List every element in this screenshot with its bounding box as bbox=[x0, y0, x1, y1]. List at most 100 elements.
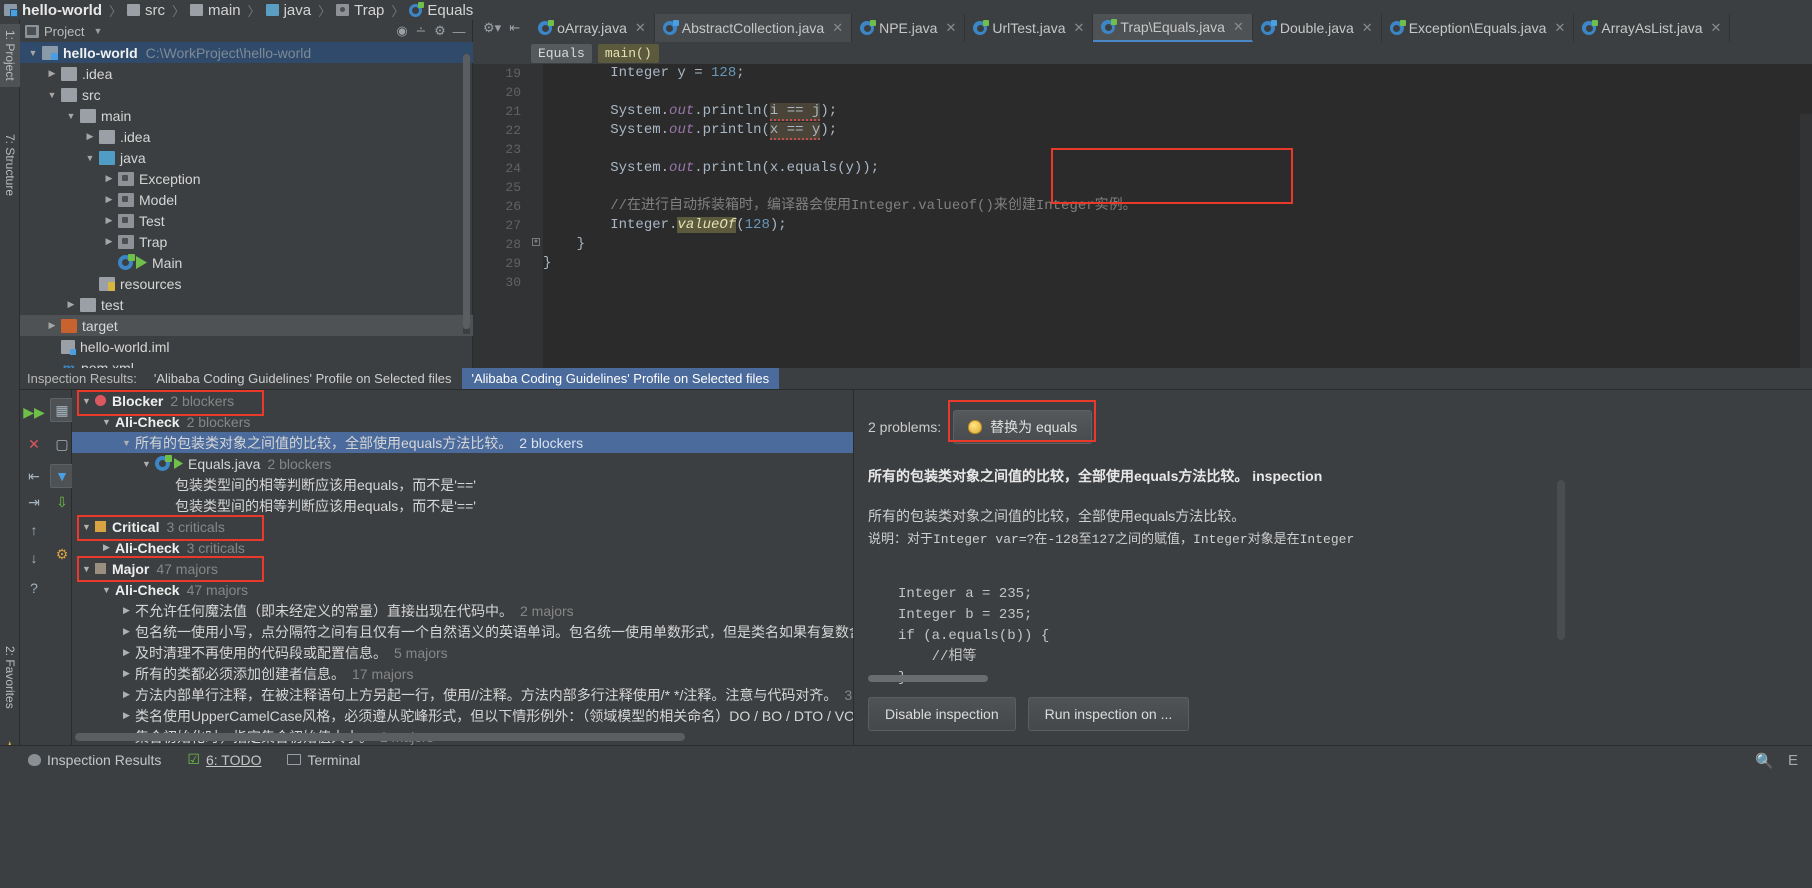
tree-expand-arrow-icon[interactable]: ▶ bbox=[118, 689, 135, 700]
close-icon[interactable]: ✕ bbox=[1554, 20, 1565, 36]
editor-error-stripe[interactable] bbox=[1800, 114, 1812, 368]
description-hscrollbar[interactable] bbox=[868, 675, 988, 682]
tree-collapse-arrow-icon[interactable]: ▼ bbox=[98, 417, 115, 427]
close-icon[interactable]: ✕ bbox=[1233, 19, 1244, 35]
previous-problem-icon[interactable]: ↑ bbox=[22, 518, 46, 542]
editor-tab[interactable]: Exception\Equals.java✕ bbox=[1382, 14, 1575, 42]
rail-tab-structure[interactable]: 7: Structure bbox=[0, 128, 20, 202]
rail-tab-favorites[interactable]: 2: Favorites bbox=[0, 640, 20, 715]
run-inspection-on-button[interactable]: Run inspection on ... bbox=[1028, 697, 1190, 731]
description-vscrollbar[interactable] bbox=[1557, 480, 1565, 640]
group-by-directory-icon[interactable]: ▢ bbox=[50, 432, 74, 456]
editor-tab[interactable]: oArray.java✕ bbox=[530, 14, 655, 42]
breadcrumb-item-src[interactable]: src bbox=[123, 0, 171, 20]
tree-expand-arrow-icon[interactable]: ▶ bbox=[118, 710, 135, 721]
inspection-tree-row[interactable]: ▼Critical3 criticals bbox=[72, 516, 872, 537]
search-everywhere-icon[interactable]: 🔍 bbox=[1755, 752, 1774, 770]
inspection-tree-row[interactable]: ▶Ali-Check3 criticals bbox=[72, 537, 872, 558]
tree-collapse-arrow-icon[interactable]: ▼ bbox=[98, 585, 115, 595]
hide-window-icon[interactable]: ― bbox=[451, 24, 467, 39]
code-view[interactable]: 192021222324252627282930 ● Integer y = 1… bbox=[473, 64, 1812, 368]
scrollbar-thumb[interactable] bbox=[463, 54, 470, 329]
close-icon[interactable]: ✕ bbox=[635, 20, 646, 36]
tree-expand-arrow-icon[interactable]: ▶ bbox=[118, 605, 135, 616]
project-tree-scrollbar[interactable] bbox=[463, 54, 470, 334]
editor-tab[interactable]: UrlTest.java✕ bbox=[965, 14, 1093, 42]
tree-collapse-arrow-icon[interactable]: ▼ bbox=[81, 153, 99, 163]
collapse-all-icon[interactable]: ∸ bbox=[413, 23, 429, 39]
breadcrumb-item-equals[interactable]: Equals bbox=[405, 0, 479, 20]
inspection-tree-row[interactable]: ▼Ali-Check2 blockers bbox=[72, 411, 872, 432]
tree-collapse-arrow-icon[interactable]: ▼ bbox=[62, 111, 80, 121]
status-todo[interactable]: ☑ 6: TODO bbox=[187, 751, 261, 768]
editor-tab[interactable]: NPE.java✕ bbox=[852, 14, 965, 42]
project-tree-row[interactable]: resources bbox=[20, 273, 473, 294]
project-tree-row[interactable]: Main bbox=[20, 252, 473, 273]
fold-marker-icon[interactable]: ● bbox=[532, 238, 540, 246]
inspection-tree-row[interactable]: ▼Major47 majors bbox=[72, 558, 872, 579]
settings-gear-icon[interactable]: ⚙ bbox=[432, 23, 448, 39]
filter-icon[interactable]: ▼ bbox=[50, 464, 74, 488]
scrollbar-thumb[interactable] bbox=[75, 733, 685, 741]
event-log-label[interactable]: E bbox=[1788, 752, 1798, 770]
project-tree-row[interactable]: ▶.idea bbox=[20, 63, 473, 84]
tree-collapse-arrow-icon[interactable]: ▼ bbox=[118, 438, 135, 448]
tree-collapse-arrow-icon[interactable]: ▼ bbox=[24, 48, 42, 58]
breadcrumb-item-module[interactable]: hello-world bbox=[0, 0, 108, 20]
inspection-problem-tree[interactable]: ▼Blocker2 blockers▼Ali-Check2 blockers▼所… bbox=[72, 390, 872, 745]
tree-expand-arrow-icon[interactable]: ▶ bbox=[100, 236, 118, 247]
breadcrumb-item-java[interactable]: java bbox=[262, 0, 318, 20]
inspection-tree-row[interactable]: ▶不允许任何魔法值（即未经定义的常量）直接出现在代码中。2 majors bbox=[72, 600, 872, 621]
project-file-tree[interactable]: ▼hello-worldC:\WorkProject\hello-world▶.… bbox=[20, 42, 473, 368]
tree-collapse-arrow-icon[interactable]: ▼ bbox=[78, 396, 95, 406]
inspection-tree-row[interactable]: ▶所有的类都必须添加创建者信息。17 majors bbox=[72, 663, 872, 684]
collapse-editor-icon[interactable]: ⇤ bbox=[509, 20, 520, 36]
editor-tab[interactable]: Trap\Equals.java✕ bbox=[1093, 14, 1252, 42]
close-icon[interactable]: ✕ bbox=[945, 20, 956, 36]
close-icon[interactable]: ✕ bbox=[832, 20, 843, 36]
inspection-tree-row[interactable]: ▼Equals.java2 blockers bbox=[72, 453, 872, 474]
inspection-tree-row[interactable]: ▼所有的包装类对象之间值的比较，全部使用equals方法比较。2 blocker… bbox=[72, 432, 872, 453]
tree-expand-arrow-icon[interactable]: ▶ bbox=[100, 215, 118, 226]
inspection-tree-row[interactable]: ▶类名使用UpperCamelCase风格，必须遵从驼峰形式，但以下情形例外：（… bbox=[72, 705, 872, 726]
breadcrumb-chip-method[interactable]: main() bbox=[598, 44, 659, 63]
inspection-tree-hscrollbar[interactable] bbox=[75, 733, 695, 741]
inspection-tree-row[interactable]: ▼Blocker2 blockers bbox=[72, 390, 872, 411]
close-icon[interactable]: ✕ bbox=[1074, 20, 1085, 36]
tree-expand-arrow-icon[interactable]: ▶ bbox=[118, 647, 135, 658]
tree-expand-arrow-icon[interactable]: ▶ bbox=[100, 194, 118, 205]
inspection-tab-unselected[interactable]: 'Alibaba Coding Guidelines' Profile on S… bbox=[144, 368, 462, 389]
project-tree-row[interactable]: ▶test bbox=[20, 294, 473, 315]
tree-collapse-arrow-icon[interactable]: ▼ bbox=[138, 459, 155, 469]
settings-gear-icon[interactable]: ⚙▾ bbox=[483, 20, 501, 36]
next-problem-icon[interactable]: ↓ bbox=[22, 546, 46, 570]
tree-expand-arrow-icon[interactable]: ▶ bbox=[81, 131, 99, 142]
code-folding-column[interactable]: ● bbox=[529, 64, 543, 368]
locate-target-icon[interactable]: ◉ bbox=[394, 23, 410, 39]
project-tree-row[interactable]: ▶Test bbox=[20, 210, 473, 231]
tree-expand-arrow-icon[interactable]: ▶ bbox=[98, 542, 115, 553]
project-tree-row[interactable]: ▼java bbox=[20, 147, 473, 168]
project-tree-row[interactable]: ▼hello-worldC:\WorkProject\hello-world bbox=[20, 42, 473, 63]
project-tree-row[interactable]: ▶.idea bbox=[20, 126, 473, 147]
close-icon[interactable]: ✕ bbox=[1711, 20, 1722, 36]
code-text[interactable]: Integer y = 128; System.out.println(i ==… bbox=[543, 64, 1812, 368]
rail-tab-project[interactable]: 1: Project bbox=[0, 24, 20, 87]
close-inspection-icon[interactable]: ✕ bbox=[22, 432, 46, 456]
tree-collapse-arrow-icon[interactable]: ▼ bbox=[43, 90, 61, 100]
chevron-down-icon[interactable]: ▼ bbox=[93, 26, 102, 36]
project-tree-row[interactable]: ▼main bbox=[20, 105, 473, 126]
inspection-tree-row[interactable]: ▶方法内部单行注释，在被注释语句上方另起一行，使用//注释。方法内部多行注释使用… bbox=[72, 684, 872, 705]
project-tree-row[interactable]: ▶Exception bbox=[20, 168, 473, 189]
inspection-tree-row[interactable]: ▶包名统一使用小写，点分隔符之间有且仅有一个自然语义的英语单词。包名统一使用单数… bbox=[72, 621, 872, 642]
breadcrumb-item-trap[interactable]: Trap bbox=[332, 0, 390, 20]
status-inspection-results[interactable]: Inspection Results bbox=[28, 752, 161, 768]
tree-expand-arrow-icon[interactable]: ▶ bbox=[43, 320, 61, 331]
tree-expand-arrow-icon[interactable]: ▶ bbox=[62, 299, 80, 310]
project-tree-row[interactable]: ▼src bbox=[20, 84, 473, 105]
quick-fix-replace-with-equals-button[interactable]: 替换为 equals bbox=[953, 410, 1092, 444]
inspection-tree-row[interactable]: ▶及时清理不再使用的代码段或配置信息。5 majors bbox=[72, 642, 872, 663]
inspection-tree-row[interactable]: ▼Ali-Check47 majors bbox=[72, 579, 872, 600]
project-tree-row[interactable]: ▶Trap bbox=[20, 231, 473, 252]
group-by-severity-icon[interactable]: ▦ bbox=[50, 398, 74, 422]
